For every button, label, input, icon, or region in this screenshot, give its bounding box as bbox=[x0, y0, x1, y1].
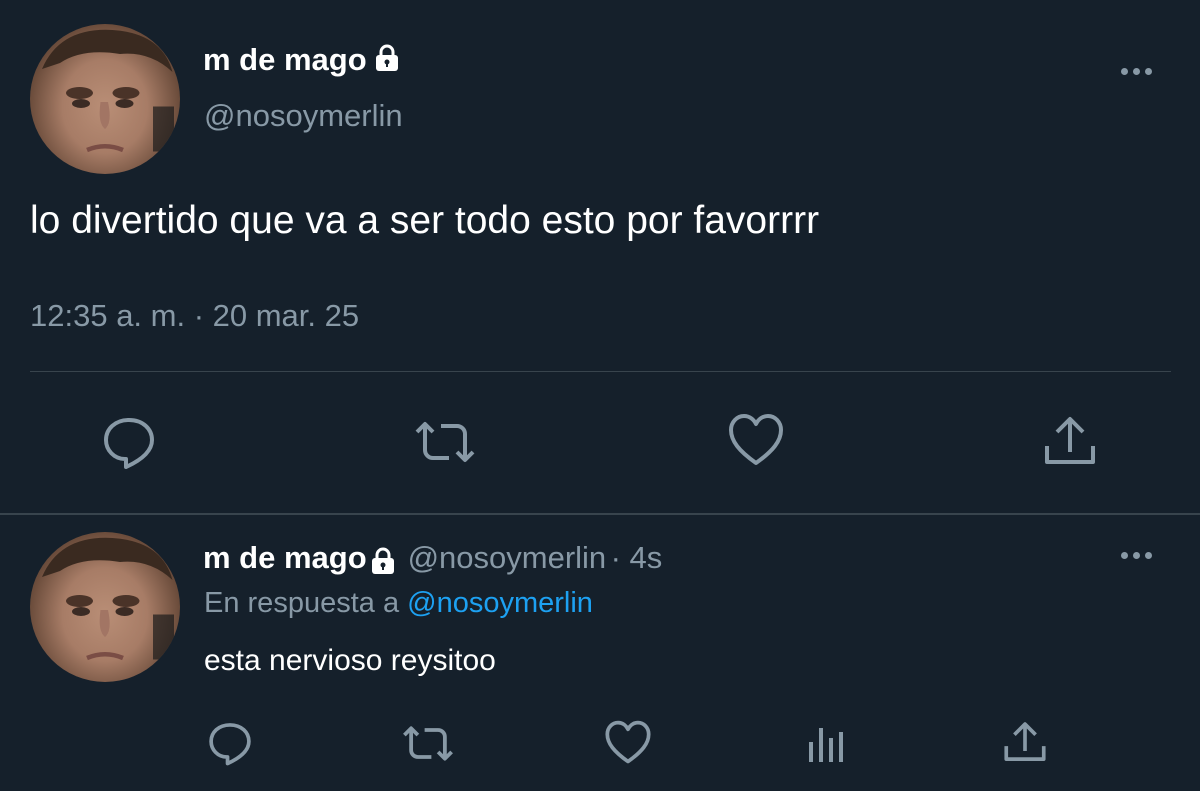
section-divider bbox=[0, 513, 1200, 515]
share-icon[interactable] bbox=[1043, 414, 1097, 468]
retweet-icon[interactable] bbox=[401, 723, 455, 764]
reply-handle[interactable]: @nosoymerlin bbox=[408, 540, 607, 575]
analytics-icon[interactable] bbox=[806, 724, 848, 764]
reply-text: esta nervioso reysitoo bbox=[204, 644, 496, 677]
reply-header: m de mago @nosoymerlin · 4s bbox=[203, 540, 662, 580]
more-icon[interactable] bbox=[1121, 552, 1152, 559]
share-icon[interactable] bbox=[1003, 720, 1047, 764]
divider bbox=[30, 371, 1171, 372]
handle[interactable]: @nosoymerlin bbox=[204, 98, 403, 134]
reply-avatar[interactable] bbox=[30, 532, 180, 682]
display-name[interactable]: m de mago bbox=[203, 42, 399, 80]
reply-to-link[interactable]: @nosoymerlin bbox=[407, 587, 593, 619]
avatar[interactable] bbox=[30, 24, 180, 174]
retweet-icon[interactable] bbox=[413, 418, 477, 466]
reply-display-name[interactable]: m de mago bbox=[203, 540, 367, 575]
like-icon[interactable] bbox=[604, 720, 652, 765]
lock-icon bbox=[375, 44, 399, 80]
lock-icon bbox=[371, 547, 395, 580]
avatar-face bbox=[42, 537, 174, 661]
tweet-text: lo divertido que va a ser todo esto por … bbox=[30, 199, 820, 242]
like-icon[interactable] bbox=[727, 413, 785, 467]
reply-icon[interactable] bbox=[101, 414, 157, 470]
avatar-face bbox=[42, 29, 174, 153]
timestamp[interactable]: 12:35 a. m. · 20 mar. 25 bbox=[30, 298, 359, 334]
reply-age[interactable]: · 4s bbox=[611, 540, 663, 575]
more-icon[interactable] bbox=[1121, 68, 1152, 75]
reply-prefix: En respuesta a bbox=[204, 587, 400, 619]
reply-icon[interactable] bbox=[207, 720, 253, 766]
reply-context: En respuesta a @nosoymerlin bbox=[204, 587, 593, 620]
